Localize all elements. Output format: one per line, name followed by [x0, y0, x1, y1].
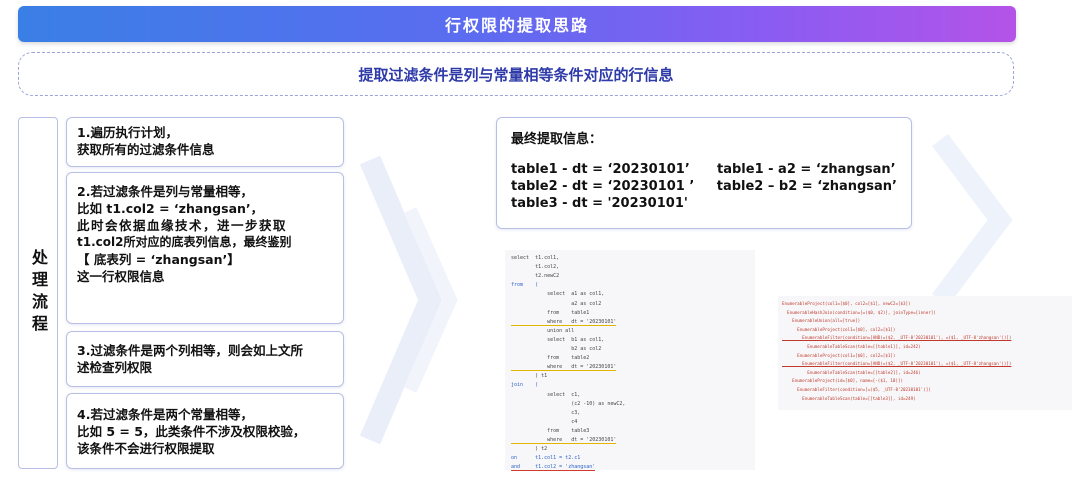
- final-info-cell: table2 - dt = ‘20230101 ’: [511, 179, 695, 194]
- sql-code-line: a2 as col2: [511, 300, 602, 307]
- sql-code-line: ) t1: [511, 373, 548, 380]
- sql-code-line: and t1.col2 = 'zhangsan': [511, 464, 596, 472]
- step-3: 3.过滤条件是两个列相等，则会如上文所 述检查列权限: [66, 331, 344, 387]
- sql-code-line: select t1.col1,: [511, 255, 560, 261]
- decorative-chevrons: [360, 155, 458, 445]
- plan-code-line: EnumerableProject(id=[$0], name=[-($1, 1…: [782, 378, 904, 384]
- final-info-box: 最终提取信息： table1 - dt = ‘20230101’ table1 …: [496, 117, 912, 229]
- sql-code-line: union all: [511, 327, 575, 334]
- sql-code-line: where dt = '20230101': [511, 318, 617, 326]
- sql-code-line: where dt = '20230101': [511, 437, 617, 444]
- sql-code-line: ) t2: [511, 446, 548, 453]
- sql-code-line: join (: [511, 382, 539, 389]
- step-2-line: 这一行权限信息: [77, 269, 165, 284]
- plan-code-line: EnumerableProject(col1=[$0], col2=[$1]): [782, 326, 896, 332]
- step-2-line: 此时会依据血缘技术，进一步获取: [77, 218, 288, 233]
- sql-code-line: on t1.col1 = t2.c1: [511, 455, 581, 462]
- step-2: 2.若过滤条件是列与常量相等， 比如 t1.col2 = ‘zhangsan’，…: [66, 172, 344, 324]
- execution-plan-panel: EnumerableProject(col1=[$0], col2=[$1], …: [778, 296, 1072, 410]
- plan-code-line: EnumerableFilter(condition=[AND(=($2, _U…: [782, 335, 1012, 341]
- step-4-line: 4.若过滤条件是两个常量相等，: [77, 407, 253, 422]
- step-3-line: 3.过滤条件是两个列相等，则会如上文所: [77, 343, 303, 358]
- step-4-line: 该条件不会进行权限提取: [77, 441, 215, 456]
- sql-code-line: b2 as col2: [511, 346, 602, 352]
- title-bar: 行权限的提取思路: [18, 6, 1016, 42]
- sql-code-line: from table3: [511, 427, 590, 434]
- step-2-line: t1.col2所对应的底表列信息，最终鉴别: [77, 235, 292, 249]
- step-3-line: 述检查列权限: [77, 360, 153, 375]
- final-info-heading: 最终提取信息：: [511, 132, 603, 147]
- plan-code-line: EnumerableUnion(all=[true]): [782, 318, 861, 324]
- sql-code-line: select a1 as col1,: [511, 291, 605, 298]
- final-info-row: table2 - dt = ‘20230101 ’ table2 – b2 = …: [511, 178, 897, 195]
- plan-code-line: EnumerableProject(col1=[$0], col2=[$1]): [782, 352, 896, 358]
- plan-code-line: EnumerableTableScan(table=[[table3]], id…: [782, 395, 916, 401]
- sql-code-line: from table1: [511, 309, 590, 316]
- step-1-line: 获取所有的过滤条件信息: [77, 142, 215, 157]
- plan-code-line: EnumerableTableScan(table=[[table2]], id…: [782, 369, 921, 375]
- final-info-row: table3 - dt = '20230101': [511, 195, 897, 212]
- sql-code-line: t2.newC2: [511, 273, 560, 280]
- sql-code-line: c3,: [511, 409, 581, 416]
- plan-code-line: EnumerableTableScan(table=[[table1]], id…: [782, 344, 921, 349]
- process-label-text: 处理流程: [29, 249, 48, 337]
- plan-code-line: EnumerableProject(col1=[$0], col2=[$1], …: [782, 301, 911, 306]
- sql-code-panel: select t1.col1, t1.col2, t2.newC2 from ( …: [505, 250, 755, 472]
- sql-code-line: (c2 -10) as newC2,: [511, 400, 626, 407]
- step-4-line: 比如 5 = 5，此类条件不涉及权限校验，: [77, 424, 306, 439]
- plan-code-line: EnumerableFilter(condition=[AND(=($2, _U…: [782, 361, 1012, 367]
- sql-code-line: from (: [511, 282, 539, 289]
- final-info-cell: table1 - a2 = ‘zhangsan’: [717, 162, 896, 177]
- sql-code-line: from table2: [511, 355, 590, 362]
- final-info-cell: table3 - dt = '20230101': [511, 196, 688, 211]
- step-1: 1.遍历执行计划， 获取所有的过滤条件信息: [66, 117, 344, 167]
- final-info-cell: table2 – b2 = ‘zhangsan’: [716, 179, 897, 194]
- decorative-chevrons-right: [932, 134, 1013, 306]
- plan-code-line: EnumerableHashJoin(condition=[=($0, $2)]…: [782, 309, 936, 315]
- final-info-cell: table1 - dt = ‘20230101’: [511, 162, 690, 177]
- step-2-line: 2.若过滤条件是列与常量相等，: [77, 184, 253, 199]
- sql-code-line: t1.col2,: [511, 264, 560, 271]
- subtitle-box: 提取过滤条件是列与常量相等条件对应的行信息: [18, 52, 1014, 96]
- page-title: 行权限的提取思路: [444, 16, 589, 35]
- process-label: 处理流程: [18, 117, 58, 469]
- step-1-line: 1.遍历执行计划，: [77, 125, 178, 140]
- step-4: 4.若过滤条件是两个常量相等， 比如 5 = 5，此类条件不涉及权限校验， 该条…: [66, 393, 344, 469]
- sql-code-line: where dt = '20230101': [511, 364, 617, 372]
- subtitle: 提取过滤条件是列与常量相等条件对应的行信息: [358, 65, 674, 84]
- step-2-line: 【 底表列 = ‘zhangsan’】: [77, 252, 240, 267]
- final-info-row: table1 - dt = ‘20230101’ table1 - a2 = ‘…: [511, 161, 897, 178]
- sql-code-line: c4: [511, 418, 578, 425]
- sql-code-line: select c1,: [511, 391, 581, 398]
- plan-code-line: EnumerableFilter(condition=[=($5, _UTF-8…: [782, 387, 931, 392]
- step-2-line: 比如 t1.col2 = ‘zhangsan’，: [77, 201, 264, 216]
- sql-code-line: select b1 as col1,: [511, 336, 605, 343]
